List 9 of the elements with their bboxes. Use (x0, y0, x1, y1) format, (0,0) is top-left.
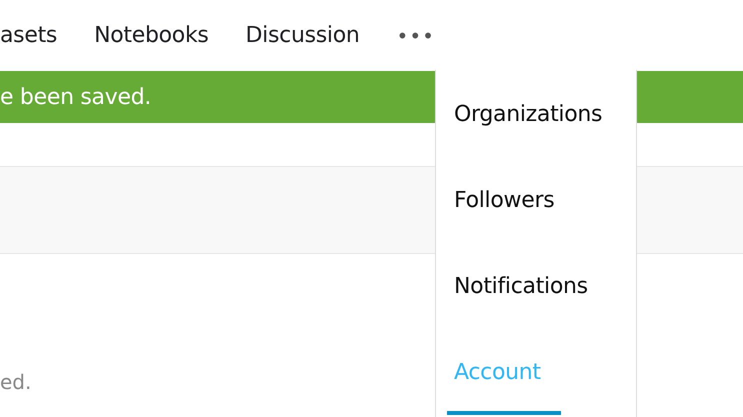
nav-link[interactable]: Discussion (246, 23, 360, 48)
nav-link[interactable]: Notebooks (94, 23, 209, 48)
status-text: ed. (0, 370, 32, 394)
menu-item[interactable]: Organizations (436, 71, 636, 157)
banner-message: e been saved. (0, 84, 152, 110)
menu-item[interactable]: Notifications (436, 243, 636, 329)
more-menu-button[interactable]: ••• (396, 24, 435, 48)
nav-link[interactable]: asets (0, 23, 58, 48)
menu-item[interactable]: Followers (436, 157, 636, 243)
